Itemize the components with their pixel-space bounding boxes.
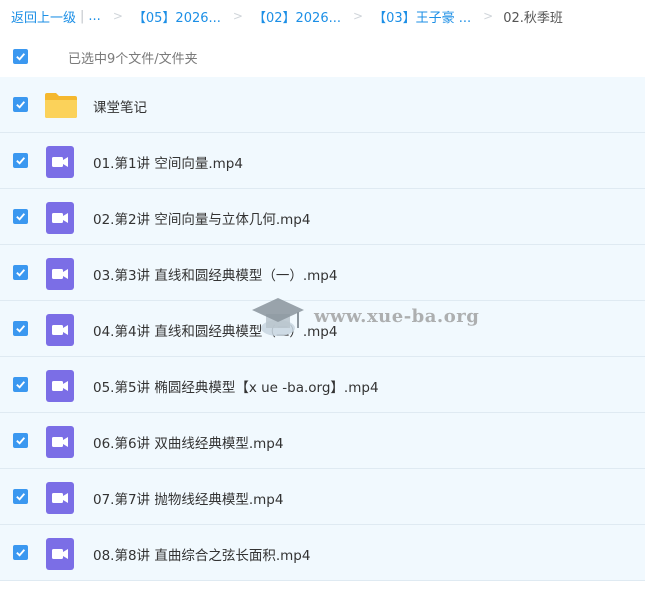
file-checkbox[interactable] [13, 97, 28, 112]
breadcrumb-item-05[interactable]: 【05】2026... [133, 7, 221, 26]
breadcrumb-separator: > [483, 9, 494, 23]
selection-count: 已选中9个文件/文件夹 [68, 52, 198, 67]
list-item[interactable]: 04.第4讲 直线和圆经典模型（二）.mp4 [0, 301, 645, 357]
video-file-icon [44, 481, 78, 519]
breadcrumb-separator: > [112, 9, 123, 23]
folder-icon [44, 90, 78, 124]
check-icon [16, 493, 26, 501]
breadcrumb-current: 02.秋季班 [503, 10, 563, 26]
file-name[interactable]: 04.第4讲 直线和圆经典模型（二）.mp4 [93, 320, 337, 340]
list-item[interactable]: 06.第6讲 双曲线经典模型.mp4 [0, 413, 645, 469]
file-name[interactable]: 02.第2讲 空间向量与立体几何.mp4 [93, 208, 310, 228]
check-icon [16, 325, 26, 333]
back-link[interactable]: 返回上一级 [11, 7, 76, 26]
video-file-icon [44, 313, 78, 351]
video-file-icon [44, 201, 78, 239]
select-all-checkbox[interactable] [13, 49, 28, 64]
check-icon [16, 101, 26, 109]
file-name[interactable]: 课堂笔记 [93, 96, 147, 116]
file-checkbox[interactable] [13, 433, 28, 448]
video-file-icon [44, 257, 78, 295]
list-item[interactable]: 02.第2讲 空间向量与立体几何.mp4 [0, 189, 645, 245]
file-name[interactable]: 01.第1讲 空间向量.mp4 [93, 152, 243, 172]
breadcrumb-item-03[interactable]: 【03】王子豪 ... [373, 7, 471, 26]
list-item[interactable]: 05.第5讲 椭圆经典模型【x ue -ba.org】.mp4 [0, 357, 645, 413]
check-icon [16, 269, 26, 277]
file-name[interactable]: 06.第6讲 双曲线经典模型.mp4 [93, 432, 283, 452]
check-icon [16, 213, 26, 221]
check-icon [16, 437, 26, 445]
file-name[interactable]: 05.第5讲 椭圆经典模型【x ue -ba.org】.mp4 [93, 376, 379, 396]
list-item[interactable]: 01.第1讲 空间向量.mp4 [0, 133, 645, 189]
video-file-icon [44, 145, 78, 183]
file-checkbox[interactable] [13, 153, 28, 168]
file-name[interactable]: 08.第8讲 直曲综合之弦长面积.mp4 [93, 544, 310, 564]
file-checkbox[interactable] [13, 489, 28, 504]
list-item[interactable]: 07.第7讲 抛物线经典模型.mp4 [0, 469, 645, 525]
file-list: 课堂笔记 01.第1讲 空间向量.mp4 02.第2讲 空间向量与立体几何.mp4 0… [0, 77, 645, 581]
breadcrumb: 返回上一级 | ... > 【05】2026... > 【02】2026... … [0, 0, 645, 32]
check-icon [16, 53, 26, 61]
file-name[interactable]: 07.第7讲 抛物线经典模型.mp4 [93, 488, 283, 508]
breadcrumb-separator: > [232, 9, 243, 23]
file-checkbox[interactable] [13, 377, 28, 392]
file-name[interactable]: 03.第3讲 直线和圆经典模型（一）.mp4 [93, 264, 337, 284]
list-item[interactable]: 课堂笔记 [0, 77, 645, 133]
video-file-icon [44, 537, 78, 575]
video-file-icon [44, 369, 78, 407]
check-icon [16, 381, 26, 389]
breadcrumb-item-02[interactable]: 【02】2026... [253, 7, 341, 26]
video-file-icon [44, 425, 78, 463]
breadcrumb-separator: > [353, 9, 364, 23]
breadcrumb-divider: | [80, 8, 85, 24]
file-checkbox[interactable] [13, 265, 28, 280]
breadcrumb-ellipsis[interactable]: ... [88, 9, 100, 24]
selection-bar: 已选中9个文件/文件夹 [0, 38, 645, 74]
file-checkbox[interactable] [13, 545, 28, 560]
file-checkbox[interactable] [13, 209, 28, 224]
list-item[interactable]: 08.第8讲 直曲综合之弦长面积.mp4 [0, 525, 645, 581]
check-icon [16, 549, 26, 557]
check-icon [16, 157, 26, 165]
file-checkbox[interactable] [13, 321, 28, 336]
list-item[interactable]: 03.第3讲 直线和圆经典模型（一）.mp4 [0, 245, 645, 301]
